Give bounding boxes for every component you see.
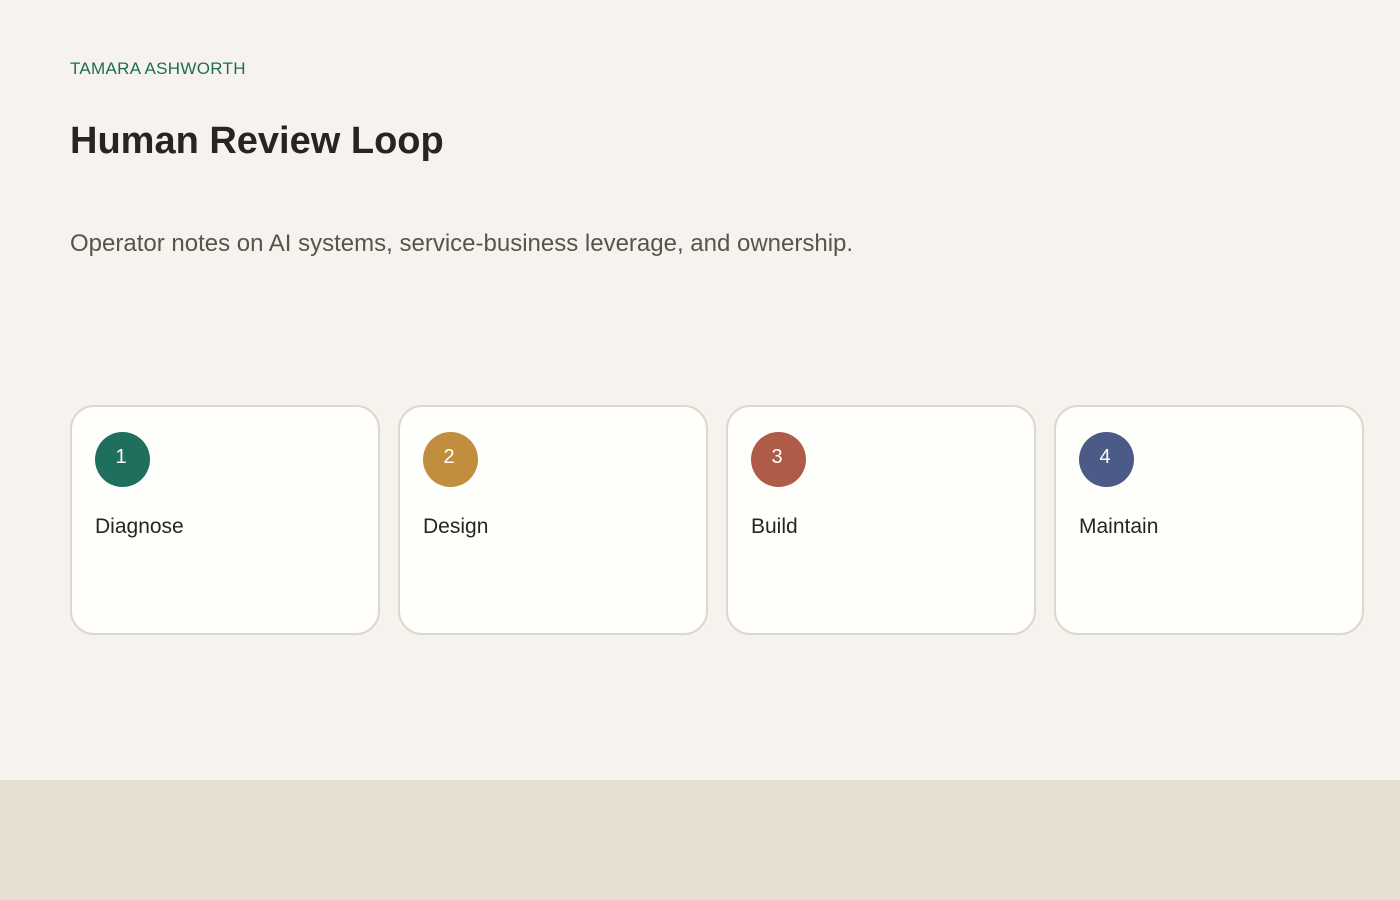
page: TAMARA ASHWORTH Human Review Loop Operat… [0,0,1400,900]
author-name: TAMARA ASHWORTH [70,59,246,78]
step-number-badge: 1 [95,432,150,487]
footer-band [0,780,1400,900]
page-title: Human Review Loop [70,120,444,162]
step-number-badge: 4 [1079,432,1134,487]
page-subtitle: Operator notes on AI systems, service-bu… [70,230,854,257]
step-label: Build [751,515,798,538]
step-card-diagnose: 1 Diagnose [70,405,380,635]
step-cards: 1 Diagnose 2 Design 3 Build 4 Maintain [70,405,1364,635]
step-label: Diagnose [95,515,184,538]
step-label: Maintain [1079,515,1159,538]
step-card-build: 3 Build [726,405,1036,635]
step-label: Design [423,515,489,538]
step-card-design: 2 Design [398,405,708,635]
step-number-badge: 3 [751,432,806,487]
step-card-maintain: 4 Maintain [1054,405,1364,635]
step-number-badge: 2 [423,432,478,487]
